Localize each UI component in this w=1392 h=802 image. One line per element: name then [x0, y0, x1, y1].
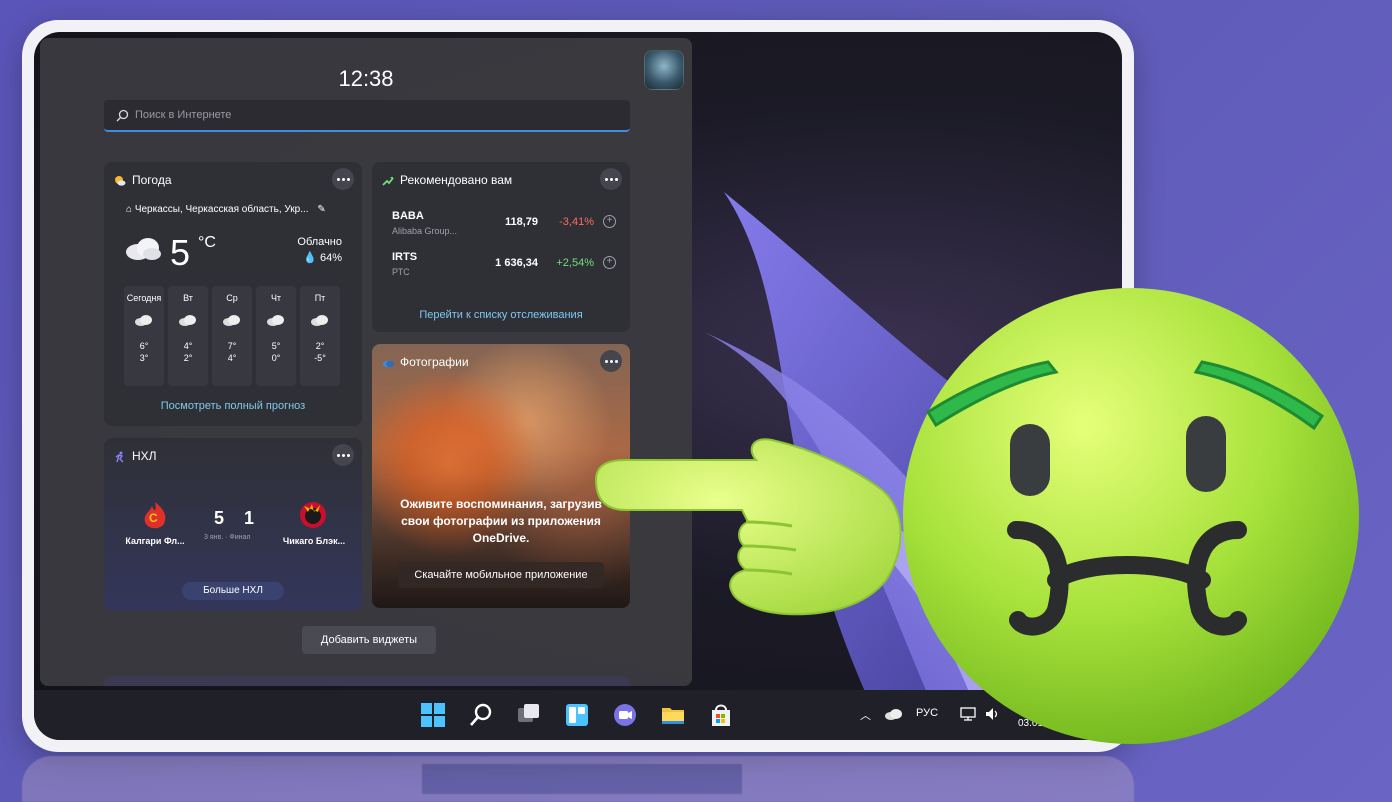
home-score: 5 — [214, 508, 225, 528]
droplet-icon: 💧 — [303, 252, 317, 264]
search-icon[interactable] — [468, 702, 494, 728]
forecast-day[interactable]: Сегодня 6° 3° — [124, 286, 164, 386]
add-stock-button[interactable]: + — [603, 215, 616, 228]
home-team-name: Калгари Фл... — [125, 536, 185, 546]
forecast-day[interactable]: Пт 2° -5° — [300, 286, 340, 386]
temperature-unit: °C — [198, 234, 216, 251]
task-view-icon[interactable] — [516, 702, 542, 728]
search-placeholder: Поиск в Интернете — [135, 109, 232, 121]
sports-icon — [115, 451, 124, 463]
next-card-peek — [104, 676, 630, 686]
home-icon: ⌂ — [126, 204, 133, 215]
stock-row[interactable]: BABA Alibaba Group... 118,79 -3,41% + — [392, 210, 616, 242]
stock-change: +2,54% — [556, 257, 594, 269]
photos-message: Оживите воспоминания, загрузив свои фото… — [400, 497, 602, 545]
forecast-day[interactable]: Чт 5° 0° — [256, 286, 296, 386]
humidity-value: 💧 64% — [303, 252, 342, 264]
svg-text:C: C — [149, 511, 158, 525]
stock-symbol: IRTS — [392, 251, 418, 263]
stocks-title: Рекомендовано вам — [400, 173, 513, 187]
tablet-reflection — [22, 756, 1134, 802]
weather-icon — [115, 176, 126, 186]
add-widgets-button[interactable]: Добавить виджеты — [302, 626, 436, 654]
forecast-day[interactable]: Вт 4° 2° — [168, 286, 208, 386]
stock-symbol: BABA — [392, 210, 424, 222]
weather-more-button[interactable] — [332, 168, 354, 190]
photos-title: Фотографии — [400, 355, 469, 369]
trend-up-icon — [382, 177, 394, 186]
game-status: 3 янв. · Финал — [204, 534, 251, 541]
away-team-name: Чикаго Блэк... — [282, 536, 346, 546]
weather-condition: Облачно 💧 64% — [297, 236, 342, 264]
cloud-icon — [311, 315, 328, 326]
user-avatar[interactable] — [644, 50, 684, 90]
calgary-flames-logo: C — [144, 502, 166, 529]
away-score: 1 — [244, 508, 255, 528]
temperature-value: 5 — [170, 232, 191, 273]
nhl-title: НХЛ — [132, 449, 157, 463]
cloud-icon — [223, 315, 240, 326]
edit-icon[interactable]: ✎ — [317, 204, 325, 215]
forecast-day[interactable]: Ср 7° 4° — [212, 286, 252, 386]
weather-widget[interactable]: Погода ⌂ Черкассы, Черкасская область, У… — [104, 162, 362, 426]
nauseated-face-emoji — [594, 288, 1359, 744]
download-app-button[interactable]: Скачайте мобильное приложение — [398, 562, 604, 588]
forecast-link[interactable]: Посмотреть полный прогноз — [104, 400, 362, 412]
forecast-days: Сегодня 6° 3° Вт 4° 2° Ср 7° 4° Чт 5° 0°… — [124, 286, 340, 386]
nhl-widget[interactable]: НХЛ C Калгари Фл... 5 1 3 янв. · Финал Ч… — [104, 438, 362, 610]
chicago-blackhawks-logo — [300, 502, 326, 528]
search-input[interactable]: Поиск в Интернете — [104, 100, 630, 132]
onedrive-icon — [383, 361, 394, 367]
weather-title: Погода — [132, 173, 172, 187]
search-icon — [116, 109, 129, 121]
more-nhl-button[interactable]: Больше НХЛ — [182, 582, 284, 600]
stock-name: РТС — [392, 267, 410, 277]
stock-name: Alibaba Group... — [392, 226, 458, 236]
cloud-icon — [179, 315, 196, 326]
stock-price: 118,79 — [504, 216, 538, 228]
cloud-icon — [267, 315, 284, 326]
panel-clock: 12:38 — [338, 66, 394, 91]
nhl-more-button[interactable] — [332, 444, 354, 466]
add-stock-button[interactable]: + — [603, 256, 616, 269]
cloud-icon — [126, 238, 161, 260]
stock-change: -3,41% — [559, 216, 594, 228]
windows-start-icon[interactable] — [420, 702, 446, 728]
stock-price: 1 636,34 — [495, 257, 538, 269]
weather-location[interactable]: ⌂ Черкассы, Черкасская область, Укр... ✎ — [126, 204, 326, 215]
stocks-more-button[interactable] — [600, 168, 622, 190]
stock-row[interactable]: IRTS РТС 1 636,34 +2,54% + — [392, 251, 616, 283]
cloud-icon — [135, 315, 152, 326]
